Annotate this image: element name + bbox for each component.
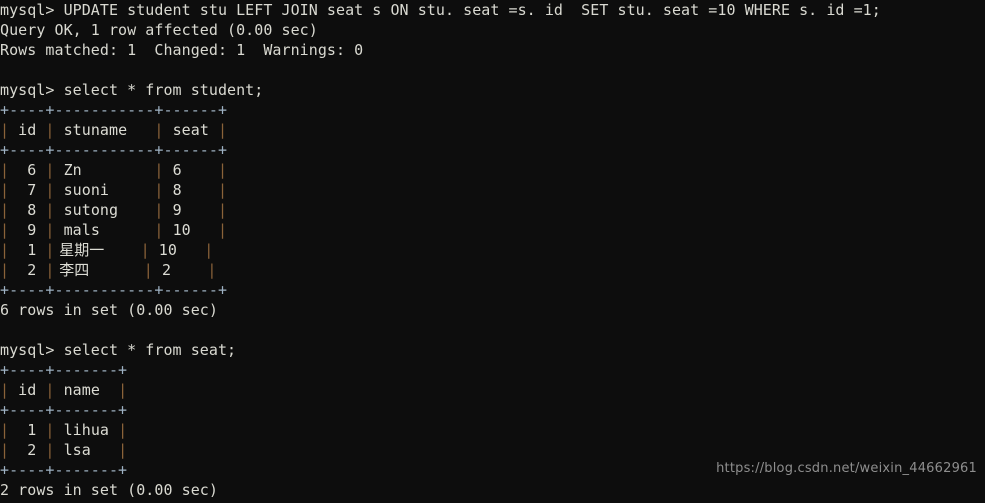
table-row: | 7 | suoni | 8 | [0, 180, 881, 200]
pipe-glyph: | [154, 201, 164, 219]
pipe-glyph: | [118, 421, 128, 439]
table-row: | 6 | Zn | 6 | [0, 160, 881, 180]
pipe-glyph: | [45, 221, 55, 239]
pipe-glyph: | [218, 161, 228, 179]
cell-stuname: Zn [54, 161, 155, 179]
cell-id: 2 [9, 261, 46, 279]
cell-id: 1 [9, 421, 46, 439]
terminal-window[interactable]: mysql> UPDATE student stu LEFT JOIN seat… [0, 0, 985, 503]
cell-id: 6 [9, 161, 46, 179]
command-line-select-seat: mysql> select * from seat; [0, 341, 237, 359]
pipe-glyph: | [154, 121, 164, 139]
pipe-glyph: | [154, 181, 164, 199]
cell-id: 7 [9, 181, 46, 199]
pipe-glyph: | [45, 121, 55, 139]
pipe-glyph: | [207, 261, 217, 279]
cell-name: lsa [54, 441, 119, 459]
pipe-glyph: | [45, 381, 55, 399]
table-row: | 2 | 李四 | 2 | [0, 260, 881, 280]
pipe-glyph: | [143, 261, 153, 279]
pipe-glyph: | [45, 181, 55, 199]
student-header-id: id [9, 121, 46, 139]
cell-seat: 6 [163, 161, 218, 179]
pipe-glyph: | [218, 221, 228, 239]
pipe-glyph: | [45, 421, 55, 439]
pipe-glyph: | [118, 441, 128, 459]
command-line-select-student: mysql> select * from student; [0, 81, 264, 99]
pipe-glyph: | [45, 201, 55, 219]
pipe-glyph: | [0, 201, 10, 219]
pipe-glyph: | [0, 381, 10, 399]
cell-stuname: suoni [54, 181, 155, 199]
student-rows-footer: 6 rows in set (0.00 sec) [0, 301, 218, 319]
table-row: | 2 | lsa | [0, 440, 881, 460]
cell-stuname: 李四 [54, 261, 90, 279]
cell-id: 9 [9, 221, 46, 239]
seat-header-name: name [54, 381, 119, 399]
pipe-glyph: | [218, 121, 228, 139]
cell-seat: 9 [163, 201, 218, 219]
cell-id: 2 [9, 441, 46, 459]
pipe-glyph: | [0, 441, 10, 459]
cell-id: 1 [9, 241, 46, 259]
student-header-seat: seat [163, 121, 218, 139]
student-header-stuname: stuname [54, 121, 155, 139]
cell-stuname: mals [54, 221, 155, 239]
student-table-rule-top: +----+-----------+------+ [0, 101, 228, 119]
student-table-rule-bottom: +----+-----------+------+ [0, 281, 228, 299]
table-row: | 9 | mals | 10 | [0, 220, 881, 240]
pipe-glyph: | [140, 241, 150, 259]
cell-seat: 8 [163, 181, 218, 199]
pipe-glyph: | [0, 181, 10, 199]
pipe-glyph: | [0, 121, 10, 139]
pipe-glyph: | [218, 181, 228, 199]
pipe-glyph: | [0, 161, 10, 179]
result-query-ok: Query OK, 1 row affected (0.00 sec) [0, 21, 318, 39]
pipe-glyph: | [0, 241, 10, 259]
pipe-glyph: | [0, 221, 10, 239]
pipe-glyph: | [204, 241, 214, 259]
seat-table-header-row: | id | name | [0, 380, 881, 400]
pipe-glyph: | [45, 441, 55, 459]
pipe-glyph: | [45, 261, 55, 279]
cell-stuname-pad [89, 261, 144, 279]
seat-table-rule-mid: +----+-------+ [0, 401, 128, 419]
student-table-header-row: | id | stuname | seat | [0, 120, 881, 140]
table-row: | 1 | lihua | [0, 420, 881, 440]
pipe-glyph: | [0, 421, 10, 439]
seat-table-rule-top: +----+-------+ [0, 361, 128, 379]
seat-rows-footer: 2 rows in set (0.00 sec) [0, 481, 218, 499]
cell-seat: 10 [163, 221, 218, 239]
cell-stuname: 星期一 [54, 241, 105, 259]
pipe-glyph: | [118, 381, 128, 399]
cell-seat: 2 [152, 261, 208, 279]
pipe-glyph: | [45, 241, 55, 259]
cell-id: 8 [9, 201, 46, 219]
cell-stuname: sutong [54, 201, 155, 219]
cell-name: lihua [54, 421, 119, 439]
terminal-screen: mysql> UPDATE student stu LEFT JOIN seat… [0, 0, 881, 500]
table-row: | 1 | 星期一 | 10 | [0, 240, 881, 260]
pipe-glyph: | [218, 201, 228, 219]
cell-seat: 10 [149, 241, 205, 259]
csdn-watermark: https://blog.csdn.net/weixin_44662961 [716, 461, 977, 476]
table-row: | 8 | sutong | 9 | [0, 200, 881, 220]
student-table-rule-mid: +----+-----------+------+ [0, 141, 228, 159]
pipe-glyph: | [45, 161, 55, 179]
pipe-glyph: | [154, 221, 164, 239]
seat-header-id: id [9, 381, 46, 399]
cell-stuname-pad [104, 241, 140, 259]
command-line-update: mysql> UPDATE student stu LEFT JOIN seat… [0, 1, 881, 19]
result-rows-matched: Rows matched: 1 Changed: 1 Warnings: 0 [0, 41, 364, 59]
pipe-glyph: | [0, 261, 10, 279]
pipe-glyph: | [154, 161, 164, 179]
